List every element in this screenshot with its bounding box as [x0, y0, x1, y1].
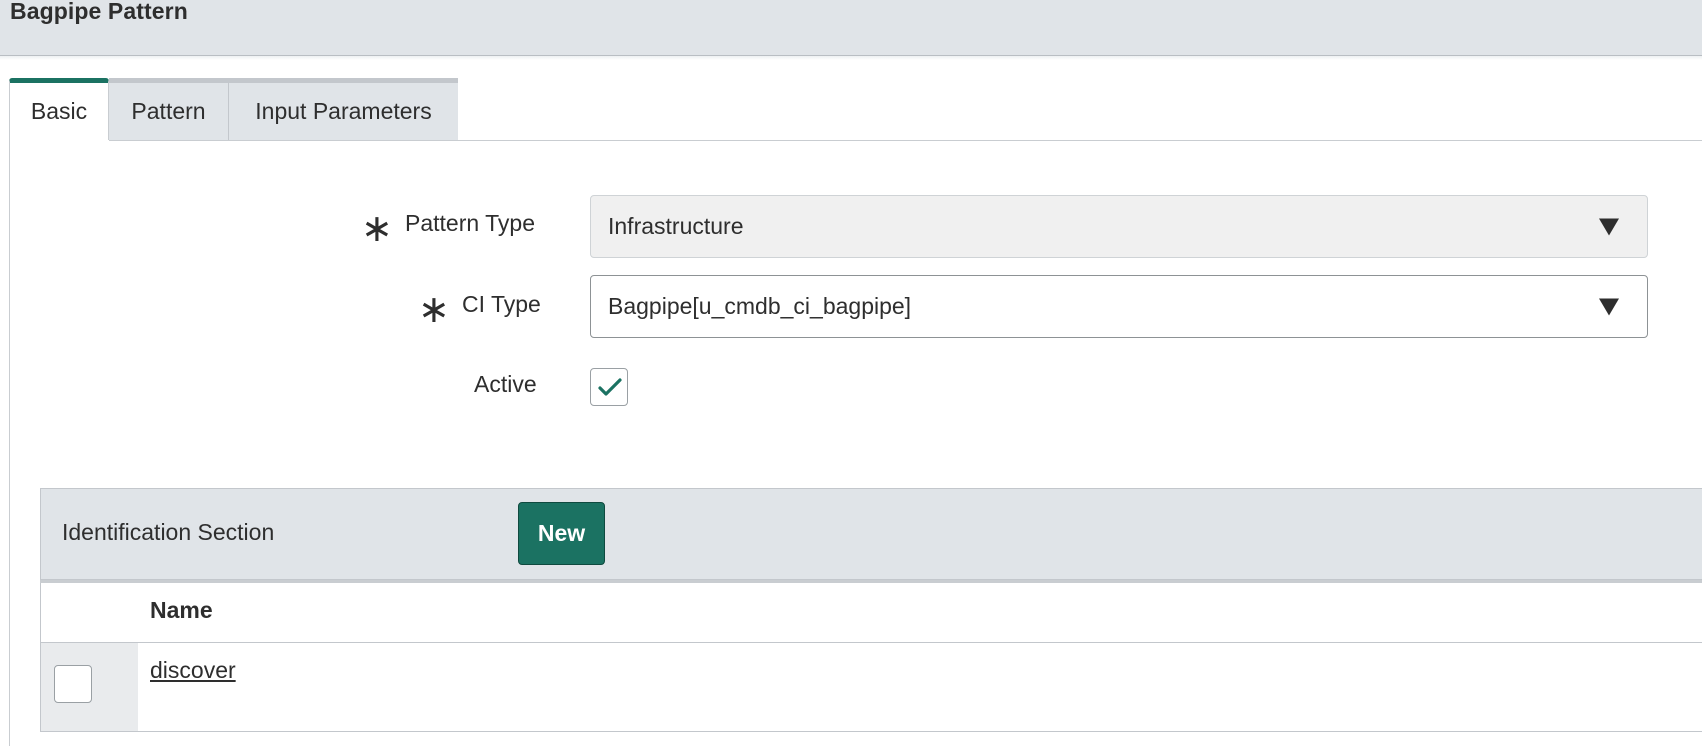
pattern-type-label: Pattern Type	[405, 210, 535, 236]
tab-bar-divider	[109, 140, 1702, 141]
form-header: Bagpipe Pattern	[0, 0, 1702, 56]
tab-input-parameters[interactable]: Input Parameters	[229, 78, 458, 140]
identification-section-title: Identification Section	[62, 519, 275, 545]
required-icon: ∗	[361, 208, 393, 250]
active-label: Active	[474, 371, 537, 397]
identification-table: Name discover	[40, 583, 1702, 732]
identification-section-header: Identification Section New	[40, 488, 1702, 580]
active-checkbox[interactable]	[590, 368, 628, 406]
caret-down-icon	[1599, 218, 1619, 235]
row-select-cell	[41, 643, 138, 731]
header-divider	[0, 56, 1702, 60]
required-icon: ∗	[418, 289, 450, 331]
ci-type-label: CI Type	[462, 291, 541, 317]
tab-basic[interactable]: Basic	[9, 78, 109, 140]
ci-type-select[interactable]: Bagpipe[u_cmdb_ci_bagpipe]	[590, 275, 1648, 338]
table-header-divider	[41, 642, 1702, 643]
row-checkbox[interactable]	[54, 665, 92, 703]
tab-pattern[interactable]: Pattern	[109, 78, 229, 140]
checkmark-icon	[598, 378, 622, 396]
pattern-type-select[interactable]: Infrastructure	[590, 195, 1648, 258]
column-header-name[interactable]: Name	[150, 597, 213, 624]
panel-border	[9, 140, 10, 746]
ci-type-value: Bagpipe[u_cmdb_ci_bagpipe]	[608, 293, 912, 319]
caret-down-icon	[1599, 298, 1619, 315]
form-title: Bagpipe Pattern	[10, 0, 188, 24]
new-button[interactable]: New	[518, 502, 605, 565]
row-name-link[interactable]: discover	[150, 657, 236, 684]
pattern-type-value: Infrastructure	[608, 213, 744, 239]
